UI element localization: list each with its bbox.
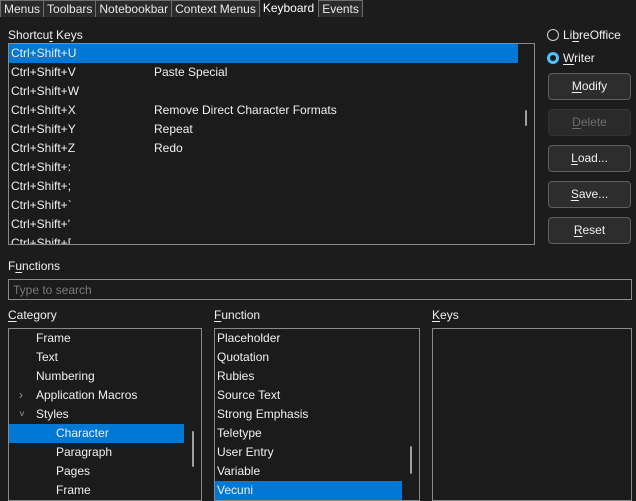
function-item[interactable]: Vecuni — [215, 481, 402, 500]
chevron-down-icon[interactable]: ˅ — [19, 405, 25, 424]
function-item-label: Strong Emphasis — [217, 407, 309, 421]
category-item[interactable]: Character — [9, 424, 184, 443]
tab-bar: Menus Toolbars Notebookbar Context Menus… — [0, 0, 363, 17]
function-item[interactable]: User Entry — [215, 443, 419, 462]
radio-indicator-checked — [547, 52, 559, 64]
tab-menus[interactable]: Menus — [0, 0, 45, 17]
category-item[interactable]: ˅ Styles — [9, 405, 201, 424]
category-scrollbar[interactable] — [192, 431, 194, 467]
delete-button[interactable]: Delete — [548, 109, 631, 136]
radio-writer[interactable]: Writer — [547, 51, 595, 65]
tab-toolbars[interactable]: Toolbars — [44, 0, 97, 17]
shortcut-keys-list[interactable]: Ctrl+Shift+U Ctrl+Shift+V Paste Special Ctr… — [8, 43, 535, 245]
tab-keyboard[interactable]: Keyboard — [259, 0, 319, 16]
shortcut-key: Ctrl+Shift+' — [11, 217, 70, 231]
shortcut-function: Repeat — [154, 122, 193, 136]
category-item-label: Application Macros — [36, 388, 138, 402]
shortcut-key: Ctrl+Shift+X — [11, 103, 76, 117]
category-item[interactable]: Pages — [9, 462, 201, 481]
shortcut-key: Ctrl+Shift+W — [11, 84, 80, 98]
shortcut-row[interactable]: Ctrl+Shift+V Paste Special — [9, 63, 534, 82]
shortcut-row[interactable]: Ctrl+Shift+Y Repeat — [9, 120, 534, 139]
function-item-label: Variable — [217, 464, 261, 478]
keys-label: Keys — [432, 308, 459, 322]
category-item-label: Styles — [36, 407, 69, 421]
category-item[interactable]: › Application Macros — [9, 386, 201, 405]
function-item[interactable]: Variable — [215, 462, 419, 481]
shortcut-row[interactable]: Ctrl+Shift+U — [9, 44, 518, 63]
function-item[interactable]: Quotation — [215, 348, 419, 367]
save-button[interactable]: Save... — [548, 181, 631, 208]
function-scrollbar[interactable] — [410, 446, 412, 474]
reset-button[interactable]: Reset — [548, 217, 631, 244]
function-item[interactable]: Strong Emphasis — [215, 405, 419, 424]
category-item-label: Numbering — [36, 369, 95, 383]
radio-indicator — [547, 29, 559, 41]
radio-libreoffice[interactable]: LibreOffice — [547, 28, 621, 42]
category-item[interactable]: Paragraph — [9, 443, 201, 462]
shortcut-row[interactable]: Ctrl+Shift+: — [9, 158, 534, 177]
shortcut-key: Ctrl+Shift+; — [11, 179, 72, 193]
shortcut-key: Ctrl+Shift+V — [11, 65, 76, 79]
functions-search-input[interactable] — [8, 279, 632, 300]
function-list[interactable]: Placeholder Quotation Rubies Source Text Str… — [214, 328, 420, 501]
shortcut-function: Paste Special — [154, 65, 228, 79]
shortcut-key: Ctrl+Shift+Z — [11, 141, 76, 155]
category-item-label: Text — [36, 350, 59, 364]
category-item[interactable]: Numbering — [9, 367, 201, 386]
category-item-label: Pages — [56, 464, 91, 478]
category-tree[interactable]: Frame Text Numbering › Application Macros ˅ St… — [8, 328, 202, 501]
function-item-label: Vecuni — [217, 483, 254, 497]
function-item[interactable]: Rubies — [215, 367, 419, 386]
shortcut-key: Ctrl+Shift+[ — [11, 236, 72, 245]
function-item-label: Teletype — [217, 426, 262, 440]
radio-libreoffice-label: LibreOffice — [563, 28, 621, 42]
tab-context-menus[interactable]: Context Menus — [172, 0, 260, 17]
functions-label: Functions — [8, 259, 61, 273]
shortcut-function: Redo — [154, 141, 183, 155]
keys-list[interactable] — [432, 328, 632, 501]
shortcut-row[interactable]: Ctrl+Shift+' — [9, 215, 534, 234]
category-item-label: Frame — [56, 483, 91, 497]
tab-notebookbar[interactable]: Notebookbar — [96, 0, 173, 17]
shortcut-row[interactable]: Ctrl+Shift+[ — [9, 234, 534, 245]
shortcut-key: Ctrl+Shift+` — [11, 198, 72, 212]
function-item-label: Source Text — [217, 388, 281, 402]
chevron-right-icon[interactable]: › — [19, 386, 23, 405]
function-item-label: Quotation — [217, 350, 270, 364]
category-item-label: Frame — [36, 331, 71, 345]
function-item[interactable]: Source Text — [215, 386, 419, 405]
shortcut-key: Ctrl+Shift+U — [11, 46, 77, 60]
function-item-label: User Entry — [217, 445, 274, 459]
category-item-label: Character — [56, 426, 109, 440]
function-item-label: Rubies — [217, 369, 255, 383]
shortcut-key: Ctrl+Shift+Y — [11, 122, 76, 136]
function-item[interactable]: Teletype — [215, 424, 419, 443]
shortcut-list-scrollbar[interactable] — [525, 110, 527, 126]
category-item[interactable]: Text — [9, 348, 201, 367]
category-item[interactable]: Frame — [9, 481, 201, 500]
shortcut-row[interactable]: Ctrl+Shift+Z Redo — [9, 139, 534, 158]
category-item[interactable]: Frame — [9, 329, 201, 348]
category-item-label: Paragraph — [56, 445, 113, 459]
shortcut-function: Remove Direct Character Formats — [154, 103, 337, 117]
function-item-label: Placeholder — [217, 331, 281, 345]
shortcut-row[interactable]: Ctrl+Shift+X Remove Direct Character Form… — [9, 101, 534, 120]
category-label: Category — [8, 308, 57, 322]
load-button[interactable]: Load... — [548, 145, 631, 172]
function-item[interactable]: Placeholder — [215, 329, 419, 348]
tab-events[interactable]: Events — [318, 0, 363, 17]
function-label: Function — [214, 308, 261, 322]
shortcut-keys-label: Shortcut Keys — [8, 28, 83, 42]
modify-button[interactable]: Modify — [548, 73, 631, 100]
shortcut-key: Ctrl+Shift+: — [11, 160, 72, 174]
shortcut-row[interactable]: Ctrl+Shift+` — [9, 196, 534, 215]
shortcut-row[interactable]: Ctrl+Shift+W — [9, 82, 534, 101]
radio-writer-label: Writer — [563, 51, 595, 65]
shortcut-row[interactable]: Ctrl+Shift+; — [9, 177, 534, 196]
